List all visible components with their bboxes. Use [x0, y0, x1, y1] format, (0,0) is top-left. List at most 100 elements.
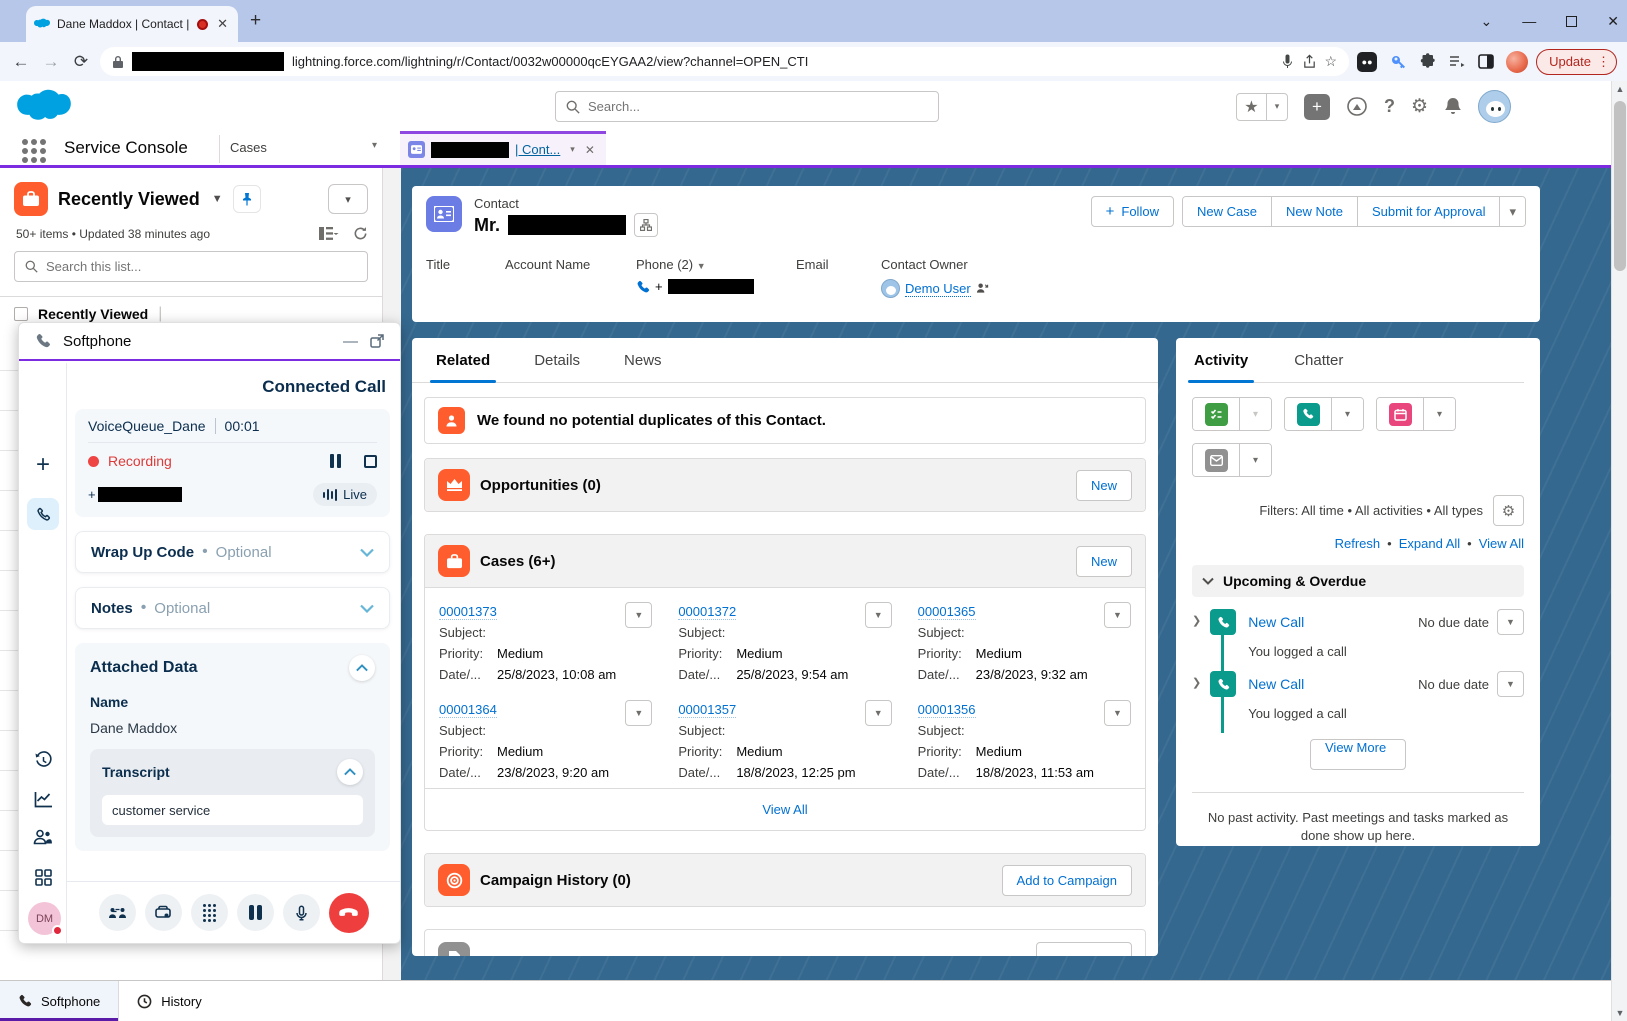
hierarchy-button[interactable] — [634, 213, 658, 237]
new-event-button[interactable] — [1377, 398, 1423, 430]
list-title[interactable]: Recently Viewed — [58, 189, 200, 210]
expand-all-link[interactable]: Expand All — [1399, 536, 1460, 551]
window-menu-icon[interactable]: ⌄ — [1481, 13, 1493, 30]
pause-recording-icon[interactable] — [330, 454, 341, 468]
scroll-down-icon[interactable]: ▼ — [1612, 1005, 1627, 1021]
side-panel-icon[interactable] — [1478, 54, 1494, 69]
collapse-button[interactable] — [337, 759, 363, 785]
browser-tab[interactable]: Dane Maddox | Contact | Sal ✕ — [26, 6, 238, 42]
event-dropdown-icon[interactable]: ▾ — [1423, 398, 1455, 430]
window-minimize-icon[interactable]: — — [1522, 13, 1536, 29]
new-call-plus-icon[interactable]: + — [19, 451, 67, 479]
chrome-menu-kebab-icon[interactable]: ⋮ — [1597, 54, 1610, 70]
display-as-icon[interactable] — [319, 227, 339, 240]
change-owner-icon[interactable] — [976, 282, 989, 295]
active-call-tab[interactable] — [19, 498, 67, 530]
end-call-button[interactable] — [329, 893, 369, 933]
page-scrollbar[interactable]: ▲ ▼ — [1611, 81, 1627, 1021]
contact-tab-chevron-icon[interactable]: ▾ — [570, 144, 575, 155]
tab-details[interactable]: Details — [534, 352, 580, 382]
contact-tab-close-icon[interactable]: ✕ — [585, 143, 595, 157]
activity-title-link[interactable]: New Call — [1248, 676, 1304, 692]
trailhead-icon[interactable] — [1346, 96, 1368, 118]
app-launcher-icon[interactable] — [22, 139, 46, 163]
cases-view-all-link[interactable]: View All — [762, 802, 807, 817]
tab-chatter[interactable]: Chatter — [1294, 352, 1343, 382]
utility-history-tab[interactable]: History — [119, 981, 219, 1021]
view-more-button[interactable]: View More — [1310, 739, 1406, 770]
update-button[interactable]: Update ⋮ — [1536, 49, 1617, 75]
bookmark-star-icon[interactable]: ☆ — [1325, 53, 1338, 70]
email-button[interactable] — [1193, 444, 1239, 476]
list-search-input[interactable] — [46, 259, 357, 274]
case-menu-button[interactable]: ▼ — [865, 700, 892, 726]
setup-gear-icon[interactable]: ⚙ — [1411, 95, 1428, 118]
case-menu-button[interactable]: ▼ — [625, 602, 652, 628]
dashboard-icon[interactable] — [19, 869, 67, 886]
tab-related[interactable]: Related — [436, 352, 490, 382]
activity-menu-button[interactable]: ▼ — [1497, 671, 1524, 697]
window-close-icon[interactable]: ✕ — [1607, 13, 1619, 30]
campaign-title[interactable]: Campaign History (0) — [480, 872, 631, 889]
new-case-button[interactable]: New Case — [1183, 197, 1271, 226]
app-name[interactable]: Service Console — [64, 138, 188, 158]
history-icon[interactable] — [19, 751, 67, 770]
row-checkbox[interactable] — [14, 307, 28, 321]
activity-settings-button[interactable]: ⚙ — [1493, 495, 1524, 526]
forward-icon[interactable]: → — [40, 52, 62, 72]
opportunities-new-button[interactable]: New — [1076, 470, 1132, 501]
notifications-bell-icon[interactable] — [1444, 97, 1462, 116]
nav-tab-contact[interactable]: | Cont... ▾ ✕ — [400, 131, 606, 165]
new-tab-button[interactable]: + — [250, 11, 261, 31]
popout-icon[interactable] — [370, 334, 384, 348]
case-menu-button[interactable]: ▼ — [865, 602, 892, 628]
favorites-dropdown-icon[interactable]: ▾ — [1267, 94, 1287, 120]
profile-avatar-icon[interactable] — [1506, 51, 1528, 73]
url-bar[interactable]: lightning.force.com/lightning/r/Contact/… — [100, 47, 1349, 76]
owner-link[interactable]: Demo User — [905, 281, 971, 297]
new-note-button[interactable]: New Note — [1271, 197, 1357, 226]
case-link[interactable]: 00001373 — [439, 604, 497, 620]
next-section-button[interactable] — [1036, 942, 1132, 956]
extensions-puzzle-icon[interactable] — [1419, 53, 1436, 70]
user-avatar[interactable] — [1478, 90, 1511, 123]
minimize-icon[interactable]: — — [343, 333, 358, 350]
global-search[interactable] — [555, 91, 939, 122]
chevron-down-icon[interactable] — [360, 604, 374, 613]
expand-chevron-icon[interactable]: ❯ — [1192, 614, 1201, 627]
scroll-up-icon[interactable]: ▲ — [1612, 81, 1627, 97]
case-link[interactable]: 00001365 — [918, 604, 976, 620]
cases-tab-chevron-icon[interactable]: ▾ — [372, 140, 377, 151]
submit-approval-button[interactable]: Submit for Approval — [1357, 197, 1499, 226]
cases-new-button[interactable]: New — [1076, 546, 1132, 577]
activity-title-link[interactable]: New Call — [1248, 614, 1304, 630]
case-menu-button[interactable]: ▼ — [1104, 700, 1131, 726]
field-phone-label[interactable]: Phone (2) ▼ — [636, 257, 796, 272]
list-search[interactable] — [14, 251, 368, 282]
reload-icon[interactable]: ⟳ — [70, 52, 92, 72]
more-actions-dropdown[interactable]: ▾ — [1499, 197, 1525, 226]
mic-icon[interactable] — [1281, 54, 1294, 69]
list-actions-dropdown[interactable]: ▾ — [328, 184, 368, 214]
share-icon[interactable] — [1302, 54, 1317, 69]
case-menu-button[interactable]: ▼ — [625, 700, 652, 726]
new-task-button[interactable] — [1193, 398, 1239, 430]
refresh-link[interactable]: Refresh — [1335, 536, 1381, 551]
view-all-link[interactable]: View All — [1479, 536, 1524, 551]
case-link[interactable]: 00001364 — [439, 702, 497, 718]
transfer-call-button[interactable] — [99, 894, 136, 931]
case-link[interactable]: 00001357 — [678, 702, 736, 718]
refresh-icon[interactable] — [353, 226, 368, 241]
back-icon[interactable]: ← — [10, 52, 32, 72]
case-menu-button[interactable]: ▼ — [1104, 602, 1131, 628]
field-phone-value[interactable]: + — [636, 279, 796, 294]
upcoming-overdue-header[interactable]: Upcoming & Overdue — [1192, 565, 1524, 597]
add-to-campaign-button[interactable]: Add to Campaign — [1002, 865, 1132, 896]
log-call-dropdown-icon[interactable]: ▾ — [1331, 398, 1363, 430]
dialpad-button[interactable] — [191, 894, 228, 931]
tab-activity[interactable]: Activity — [1194, 352, 1248, 382]
case-link[interactable]: 00001356 — [918, 702, 976, 718]
favorite-star-icon[interactable]: ★ — [1237, 94, 1267, 120]
scrollbar-thumb[interactable] — [1614, 101, 1626, 271]
pin-button[interactable] — [233, 185, 261, 213]
